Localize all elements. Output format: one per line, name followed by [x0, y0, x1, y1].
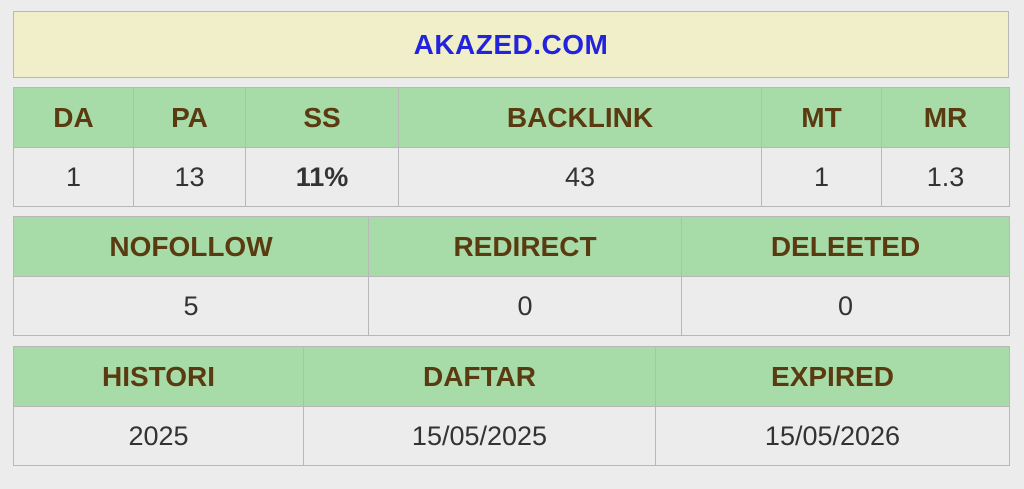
redirect-value: 0: [368, 276, 682, 336]
daftar-header: DAFTAR: [303, 346, 656, 407]
domain-dates-value-row: 2025 15/05/2025 15/05/2026: [13, 406, 1010, 466]
domain-title: AKAZED.COM: [413, 28, 609, 60]
nofollow-value: 5: [13, 276, 369, 336]
histori-header: HISTORI: [13, 346, 304, 407]
pa-header: PA: [133, 87, 246, 148]
daftar-value: 15/05/2025: [303, 406, 656, 466]
expired-header: EXPIRED: [655, 346, 1010, 407]
pa-value: 13: [133, 147, 246, 207]
backlink-header: BACKLINK: [398, 87, 762, 148]
link-status-value-row: 5 0 0: [13, 276, 1010, 336]
expired-value: 15/05/2026: [655, 406, 1010, 466]
seo-metrics-header-row: DA PA SS BACKLINK MT MR: [13, 87, 1010, 148]
seo-metrics-table: DA PA SS BACKLINK MT MR 1 13 11% 43 1 1.…: [13, 87, 1010, 207]
nofollow-header: NOFOLLOW: [13, 216, 369, 277]
domain-header: AKAZED.COM: [13, 11, 1009, 78]
redirect-header: REDIRECT: [368, 216, 682, 277]
mt-value: 1: [761, 147, 882, 207]
da-header: DA: [13, 87, 134, 148]
domain-dates-table: HISTORI DAFTAR EXPIRED 2025 15/05/2025 1…: [13, 346, 1010, 466]
backlink-value: 43: [398, 147, 762, 207]
ss-header: SS: [245, 87, 399, 148]
mr-header: MR: [881, 87, 1010, 148]
link-status-header-row: NOFOLLOW REDIRECT DELEETED: [13, 216, 1010, 277]
domain-dates-header-row: HISTORI DAFTAR EXPIRED: [13, 346, 1010, 407]
deleeted-header: DELEETED: [681, 216, 1010, 277]
deleeted-value: 0: [681, 276, 1010, 336]
da-value: 1: [13, 147, 134, 207]
link-status-table: NOFOLLOW REDIRECT DELEETED 5 0 0: [13, 216, 1010, 336]
mt-header: MT: [761, 87, 882, 148]
ss-value: 11%: [245, 147, 399, 207]
mr-value: 1.3: [881, 147, 1010, 207]
histori-value: 2025: [13, 406, 304, 466]
seo-metrics-value-row: 1 13 11% 43 1 1.3: [13, 147, 1010, 207]
